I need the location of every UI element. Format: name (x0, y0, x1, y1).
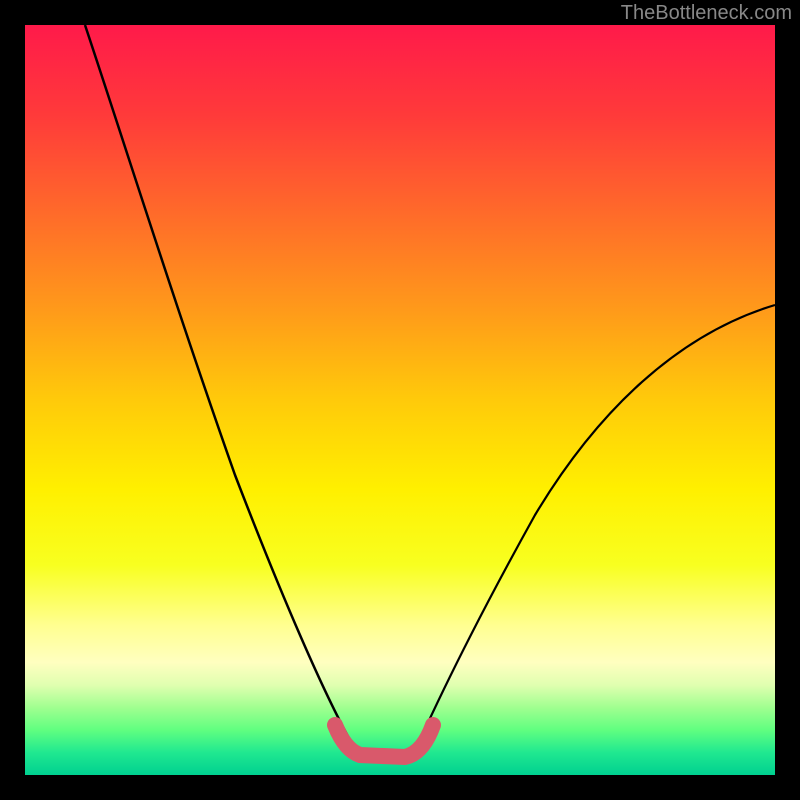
chart-container: TheBottleneck.com (0, 0, 800, 800)
plot-area (25, 25, 775, 775)
bottom-connector (335, 725, 433, 757)
right-curve (420, 305, 775, 740)
curve-group (85, 25, 775, 757)
chart-svg (25, 25, 775, 775)
watermark-text: TheBottleneck.com (621, 2, 792, 25)
left-curve (85, 25, 350, 740)
